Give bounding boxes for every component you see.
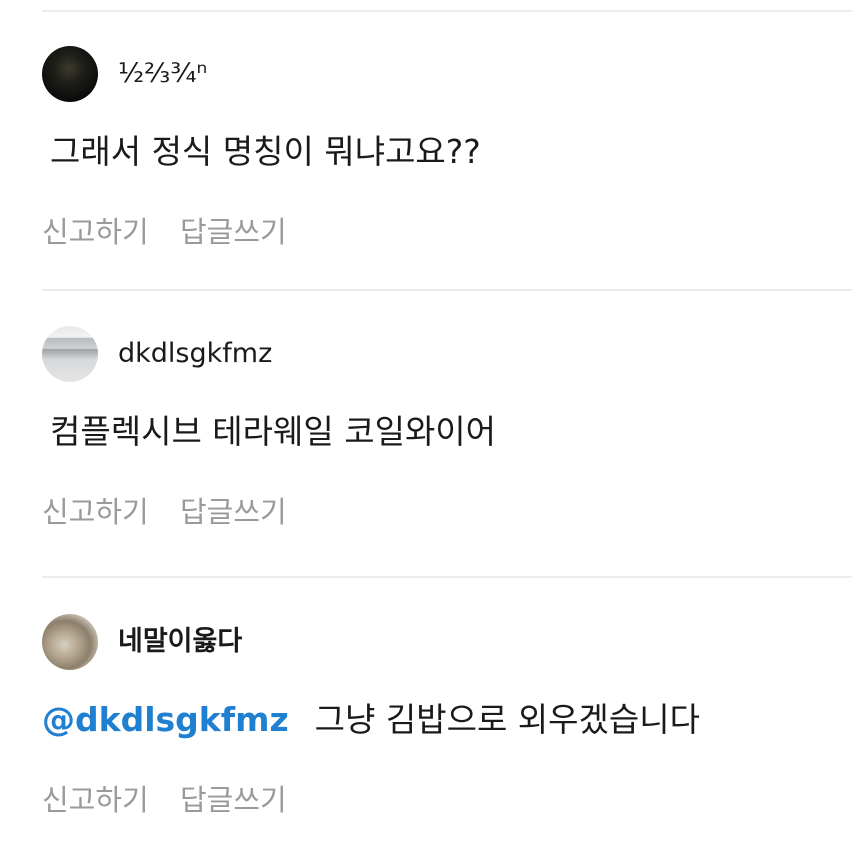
top-divider (42, 10, 852, 12)
comment-text-content: 그냥 김밥으로 외우겠습니다 (314, 700, 700, 739)
comment-text: @dkdlsgkfmz 그냥 김밥으로 외우겠습니다 (42, 698, 700, 742)
comment-text: 그래서 정식 명칭이 뭐냐고요?? (50, 132, 481, 171)
reply-button[interactable]: 답글쓰기 (180, 492, 287, 532)
reply-button[interactable]: 답글쓰기 (180, 780, 287, 820)
comment-actions: 신고하기 답글쓰기 (42, 492, 287, 532)
report-button[interactable]: 신고하기 (42, 780, 149, 820)
mention-link[interactable]: @dkdlsgkfmz (42, 700, 289, 739)
report-button[interactable]: 신고하기 (42, 492, 149, 532)
comment-actions: 신고하기 답글쓰기 (42, 212, 287, 252)
avatar[interactable] (42, 46, 98, 102)
comment-username[interactable]: 네말이옳다 (118, 624, 242, 660)
comment-actions: 신고하기 답글쓰기 (42, 780, 287, 820)
comment-text: 컴플렉시브 테라웨일 코일와이어 (50, 412, 497, 451)
reply-button[interactable]: 답글쓰기 (180, 212, 287, 252)
comment-divider (42, 289, 852, 291)
avatar[interactable] (42, 326, 98, 382)
report-button[interactable]: 신고하기 (42, 212, 149, 252)
avatar[interactable] (42, 614, 98, 670)
comment-username[interactable]: dkdlsgkfmz (118, 336, 272, 372)
comment-divider (42, 576, 852, 578)
comment-username[interactable]: ½⅔¾ⁿ (118, 56, 207, 92)
